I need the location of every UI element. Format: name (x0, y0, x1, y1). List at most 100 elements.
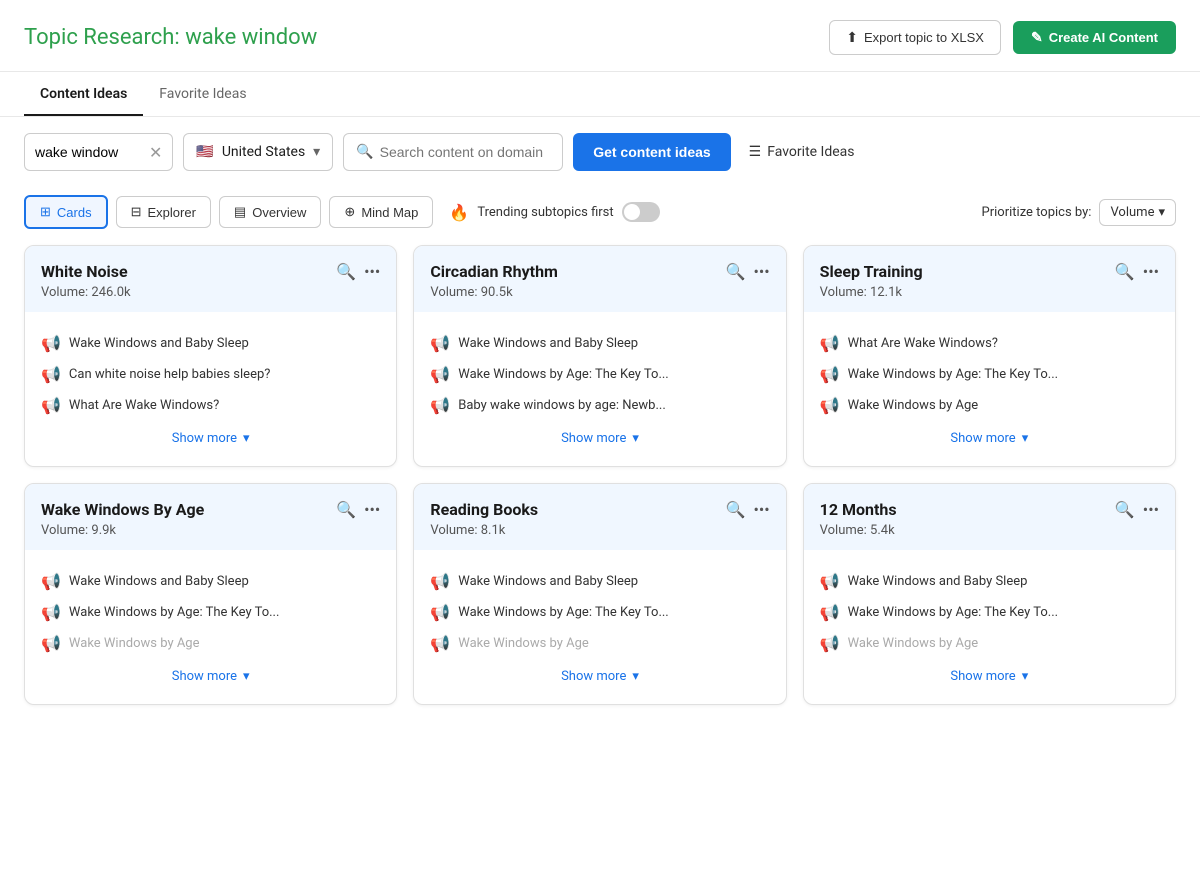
tab-content-ideas-label: Content Ideas (40, 86, 127, 102)
clear-keyword-button[interactable]: ✕ (149, 143, 162, 162)
export-label: Export topic to XLSX (864, 30, 984, 45)
upload-icon: ⬆ (846, 29, 858, 46)
search-icon[interactable]: 🔍 (336, 500, 356, 519)
show-more-button[interactable]: Show more ▾ (41, 659, 380, 688)
megaphone-icon: 📢 (41, 365, 61, 384)
card-item: 📢 Can white noise help babies sleep? (41, 359, 380, 390)
card-title: Wake Windows By Age (41, 500, 204, 519)
more-options-icon[interactable]: ••• (1143, 500, 1159, 519)
search-icon[interactable]: 🔍 (1115, 262, 1135, 281)
country-value: United States (222, 144, 305, 160)
card-body: 📢 Wake Windows and Baby Sleep 📢 Wake Win… (804, 550, 1175, 704)
country-selector[interactable]: 🇺🇸 United States ▾ (183, 133, 333, 171)
chevron-down-icon: ▾ (1022, 669, 1029, 684)
card-item: 📢 Wake Windows by Age: The Key To... (820, 359, 1159, 390)
card-item: 📢 Wake Windows by Age: The Key To... (430, 597, 769, 628)
header-actions: ⬆ Export topic to XLSX ✎ Create AI Conte… (829, 20, 1176, 55)
card-body: 📢 Wake Windows and Baby Sleep 📢 Wake Win… (414, 550, 785, 704)
card-item-text: Wake Windows and Baby Sleep (848, 574, 1028, 589)
keyword-search-input[interactable] (35, 144, 145, 160)
view-overview-button[interactable]: ▤ Overview (219, 196, 321, 228)
cards-icon: ⊞ (40, 204, 51, 220)
card-item-text: What Are Wake Windows? (848, 336, 998, 351)
search-icon[interactable]: 🔍 (726, 500, 746, 519)
search-icon[interactable]: 🔍 (336, 262, 356, 281)
explorer-label: Explorer (148, 205, 196, 220)
trending-toggle-switch[interactable] (622, 202, 660, 222)
megaphone-icon: 📢 (430, 603, 450, 622)
card-item: 📢 What Are Wake Windows? (820, 328, 1159, 359)
export-button[interactable]: ⬆ Export topic to XLSX (829, 20, 1001, 55)
card-volume: Volume: 8.1k (414, 523, 785, 550)
card-body: 📢 What Are Wake Windows? 📢 Wake Windows … (804, 312, 1175, 466)
list-icon: ☰ (749, 144, 762, 160)
megaphone-icon: 📢 (41, 572, 61, 591)
page-title: Topic Research: wake window (24, 25, 317, 50)
get-ideas-label: Get content ideas (593, 144, 710, 160)
megaphone-icon: 📢 (820, 603, 840, 622)
mind-map-icon: ⊕ (344, 204, 355, 220)
more-options-icon[interactable]: ••• (364, 500, 380, 519)
card-item: 📢 Wake Windows by Age: The Key To... (41, 597, 380, 628)
view-cards-button[interactable]: ⊞ Cards (24, 195, 108, 229)
get-ideas-button[interactable]: Get content ideas (573, 133, 730, 171)
main-tabs: Content Ideas Favorite Ideas (0, 72, 1200, 117)
show-more-label: Show more (561, 431, 626, 446)
card-item-text: Can white noise help babies sleep? (69, 367, 270, 382)
card-item: 📢 Baby wake windows by age: Newb... (430, 390, 769, 421)
megaphone-icon: 📢 (820, 634, 840, 653)
search-icon[interactable]: 🔍 (726, 262, 746, 281)
card-actions: 🔍 ••• (336, 262, 380, 281)
card-volume: Volume: 5.4k (804, 523, 1175, 550)
card-item: 📢 Wake Windows and Baby Sleep (41, 566, 380, 597)
show-more-button[interactable]: Show more ▾ (820, 659, 1159, 688)
view-explorer-button[interactable]: ⊟ Explorer (116, 196, 211, 228)
trending-label: Trending subtopics first (477, 205, 613, 220)
megaphone-icon: 📢 (430, 572, 450, 591)
overview-icon: ▤ (234, 204, 246, 220)
megaphone-icon: 📢 (820, 334, 840, 353)
tab-favorite-ideas[interactable]: Favorite Ideas (143, 72, 262, 116)
more-options-icon[interactable]: ••• (753, 262, 769, 281)
card-item-text: What Are Wake Windows? (69, 398, 219, 413)
card-header: White Noise 🔍 ••• (25, 246, 396, 285)
card-item-text: Wake Windows and Baby Sleep (458, 336, 638, 351)
prioritize-select[interactable]: Volume ▾ (1099, 199, 1176, 226)
card-header: Sleep Training 🔍 ••• (804, 246, 1175, 285)
card-header: Reading Books 🔍 ••• (414, 484, 785, 523)
card-item-text: Baby wake windows by age: Newb... (458, 398, 666, 413)
more-options-icon[interactable]: ••• (753, 500, 769, 519)
card-item-text: Wake Windows and Baby Sleep (69, 336, 249, 351)
show-more-button[interactable]: Show more ▾ (430, 421, 769, 450)
card-title: 12 Months (820, 500, 897, 519)
more-options-icon[interactable]: ••• (364, 262, 380, 281)
card-header: Circadian Rhythm 🔍 ••• (414, 246, 785, 285)
card-item: 📢 Wake Windows and Baby Sleep (820, 566, 1159, 597)
favorite-ideas-link[interactable]: ☰ Favorite Ideas (749, 144, 855, 160)
show-more-button[interactable]: Show more ▾ (820, 421, 1159, 450)
show-more-button[interactable]: Show more ▾ (430, 659, 769, 688)
keyword-search-wrap: ✕ (24, 133, 173, 171)
card-actions: 🔍 ••• (726, 262, 770, 281)
domain-search-input[interactable] (380, 144, 551, 160)
card-header: 12 Months 🔍 ••• (804, 484, 1175, 523)
card-actions: 🔍 ••• (726, 500, 770, 519)
page-header: Topic Research: wake window ⬆ Export top… (0, 0, 1200, 72)
view-mind-map-button[interactable]: ⊕ Mind Map (329, 196, 433, 228)
overview-label: Overview (252, 205, 306, 220)
card-item: 📢 Wake Windows and Baby Sleep (41, 328, 380, 359)
more-options-icon[interactable]: ••• (1143, 262, 1159, 281)
create-ai-content-button[interactable]: ✎ Create AI Content (1013, 21, 1176, 54)
card-body: 📢 Wake Windows and Baby Sleep 📢 Wake Win… (25, 550, 396, 704)
show-more-label: Show more (561, 669, 626, 684)
tab-content-ideas[interactable]: Content Ideas (24, 72, 143, 116)
favorite-ideas-link-label: Favorite Ideas (767, 144, 854, 160)
view-bar: ⊞ Cards ⊟ Explorer ▤ Overview ⊕ Mind Map… (0, 187, 1200, 245)
megaphone-icon: 📢 (41, 634, 61, 653)
search-icon[interactable]: 🔍 (1115, 500, 1135, 519)
show-more-button[interactable]: Show more ▾ (41, 421, 380, 450)
megaphone-icon: 📢 (820, 572, 840, 591)
toolbar: ✕ 🇺🇸 United States ▾ 🔍 Get content ideas… (0, 117, 1200, 187)
card-item: 📢 What Are Wake Windows? (41, 390, 380, 421)
card-volume: Volume: 9.9k (25, 523, 396, 550)
